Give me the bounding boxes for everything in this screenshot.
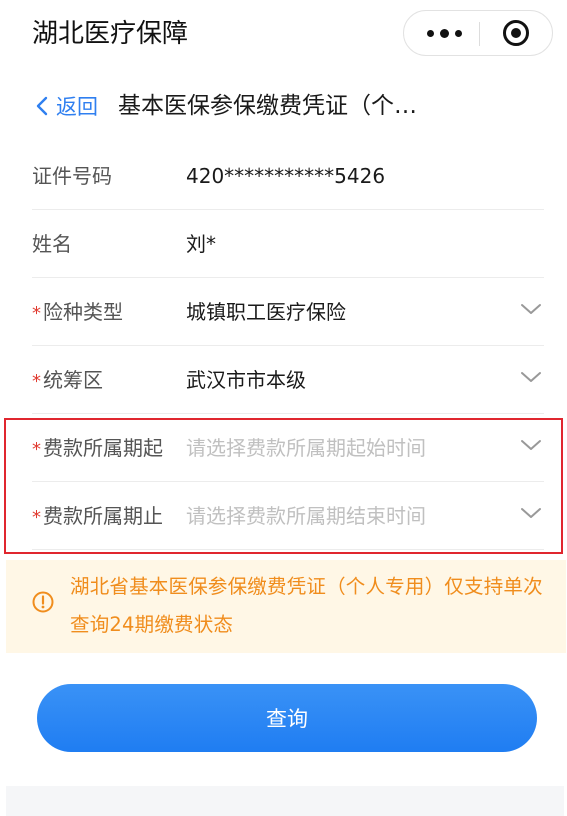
field-placeholder[interactable]: 请选择费款所属期起始时间 bbox=[186, 414, 426, 482]
more-options-icon[interactable] bbox=[424, 11, 464, 55]
field-label: 姓名 bbox=[32, 210, 72, 278]
required-mark: * bbox=[32, 371, 41, 392]
query-button[interactable]: 查询 bbox=[37, 684, 537, 752]
chevron-down-icon[interactable] bbox=[520, 438, 542, 452]
form-row-insurance-type[interactable]: * 险种类型 城镇职工医疗保险 bbox=[6, 278, 564, 346]
info-circle-icon bbox=[32, 591, 54, 613]
field-label-text: 证件号码 bbox=[32, 164, 112, 188]
field-label: * 统筹区 bbox=[32, 346, 103, 414]
app-title: 湖北医疗保障 bbox=[32, 19, 189, 49]
field-label-text: 费款所属期起 bbox=[43, 436, 163, 460]
field-label-text: 险种类型 bbox=[43, 300, 123, 324]
field-value[interactable]: 城镇职工医疗保险 bbox=[186, 278, 346, 346]
field-placeholder[interactable]: 请选择费款所属期结束时间 bbox=[186, 482, 426, 550]
chevron-down-icon[interactable] bbox=[520, 370, 542, 384]
form-row-name: 姓名 刘* bbox=[6, 210, 564, 278]
page-title: 基本医保参保缴费凭证（个… bbox=[118, 93, 417, 119]
field-value: 420***********5426 bbox=[186, 164, 386, 188]
field-label: 证件号码 bbox=[32, 142, 112, 210]
mini-program-title-bar: 湖北医疗保障 bbox=[0, 0, 567, 68]
form-row-period-end[interactable]: * 费款所属期止 请选择费款所属期结束时间 bbox=[6, 482, 564, 550]
field-label: * 险种类型 bbox=[32, 278, 123, 346]
required-mark: * bbox=[32, 507, 41, 528]
navigation-bar: 返回 基本医保参保缴费凭证（个… bbox=[0, 68, 567, 143]
field-label-text: 姓名 bbox=[32, 232, 72, 256]
back-button[interactable]: 返回 bbox=[36, 86, 98, 126]
row-divider bbox=[32, 549, 544, 550]
close-miniprogram-icon[interactable] bbox=[503, 20, 529, 46]
back-label: 返回 bbox=[56, 95, 98, 119]
field-label-text: 费款所属期止 bbox=[43, 504, 163, 528]
required-mark: * bbox=[32, 303, 41, 324]
form-row-coordination-area[interactable]: * 统筹区 武汉市市本级 bbox=[6, 346, 564, 414]
notice-text: 湖北省基本医保参保缴费凭证（个人专用）仅支持单次查询24期缴费状态 bbox=[70, 575, 543, 636]
capsule-menu bbox=[403, 10, 553, 56]
chevron-left-icon bbox=[36, 96, 48, 116]
query-form: 证件号码 420***********5426 姓名 刘* * 险种类型 城镇职工医疗保险 *… bbox=[6, 142, 564, 550]
field-label: * 费款所属期止 bbox=[32, 482, 163, 550]
field-value: 刘* bbox=[186, 232, 216, 256]
chevron-down-icon[interactable] bbox=[520, 506, 542, 520]
field-value[interactable]: 武汉市市本级 bbox=[186, 346, 306, 414]
bottom-area bbox=[6, 786, 564, 816]
capsule-divider bbox=[479, 22, 480, 46]
field-label-text: 统筹区 bbox=[43, 368, 103, 392]
form-row-id-number: 证件号码 420***********5426 bbox=[6, 142, 564, 210]
field-label: * 费款所属期起 bbox=[32, 414, 163, 482]
required-mark: * bbox=[32, 439, 41, 460]
notice-banner: 湖北省基本医保参保缴费凭证（个人专用）仅支持单次查询24期缴费状态 bbox=[6, 560, 566, 653]
chevron-down-icon[interactable] bbox=[520, 302, 542, 316]
form-row-period-start[interactable]: * 费款所属期起 请选择费款所属期起始时间 bbox=[6, 414, 564, 482]
